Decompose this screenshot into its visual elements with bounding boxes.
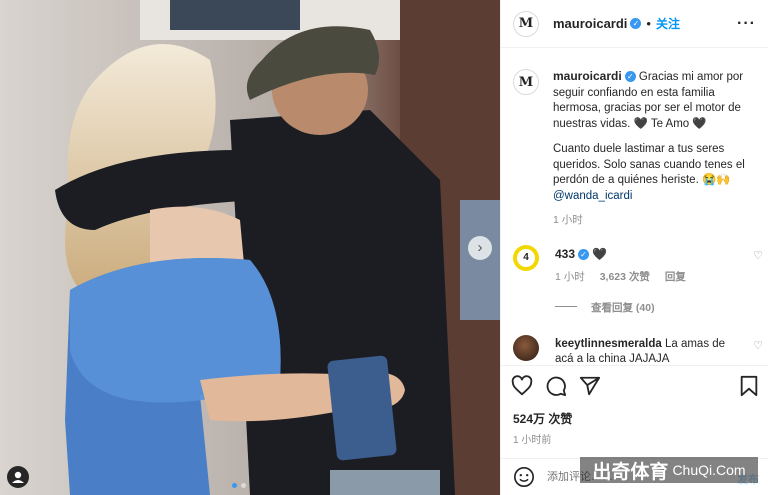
likes-count[interactable]: 524万 次赞 xyxy=(513,410,572,427)
post-detail-panel: M mauroicardi ✓ • 关注 ··· M mauroicardi ✓ … xyxy=(500,0,768,495)
comment-icon[interactable] xyxy=(545,375,567,397)
carousel-dot xyxy=(241,483,246,488)
commenter-avatar[interactable]: 4 xyxy=(513,245,539,271)
watermark-logo: 出奇体育 ChuQi.Com xyxy=(580,457,758,483)
verified-badge-icon: ✓ xyxy=(578,249,590,260)
author-avatar[interactable]: M xyxy=(513,10,539,37)
user-tag-icon xyxy=(12,471,24,483)
comment-likes[interactable]: 3,623 次赞 xyxy=(600,271,650,283)
verified-badge-icon: ✓ xyxy=(624,71,636,82)
share-icon[interactable] xyxy=(579,375,601,397)
reply-button[interactable]: 回复 xyxy=(665,271,686,283)
caption-avatar[interactable]: M xyxy=(513,69,539,95)
action-bar: 524万 次赞 1 小时前 xyxy=(501,365,768,455)
commenter-avatar[interactable] xyxy=(513,335,539,361)
user-tag-button[interactable] xyxy=(7,466,29,488)
author-username[interactable]: mauroicardi xyxy=(553,16,627,31)
carousel-indicator xyxy=(232,483,246,488)
caption-time: 1 小时 xyxy=(553,214,583,226)
bookmark-icon[interactable] xyxy=(739,375,759,397)
carousel-dot-active xyxy=(232,483,237,488)
mention-link[interactable]: @wanda_icardi xyxy=(553,190,632,202)
comment-meta: 1 小时 3,623 次赞 回复 xyxy=(555,269,698,284)
verified-badge-icon: ✓ xyxy=(630,18,642,29)
heart-icon[interactable] xyxy=(511,375,533,397)
post-time: 1 小时前 xyxy=(513,435,552,446)
view-replies-button[interactable]: 查看回复 (40) xyxy=(555,300,655,315)
caption-username[interactable]: mauroicardi xyxy=(553,69,622,83)
comments-list[interactable]: M mauroicardi ✓ Gracias mi amor por segui… xyxy=(501,49,768,365)
more-options-icon[interactable]: ··· xyxy=(737,15,756,33)
separator-dot: • xyxy=(646,16,651,31)
photo-illustration xyxy=(0,0,500,495)
chevron-right-icon: › xyxy=(477,239,483,256)
emoji-icon[interactable] xyxy=(513,466,535,488)
commenter-username[interactable]: 433 xyxy=(555,247,575,261)
comment-like-icon[interactable]: ♡ xyxy=(753,249,763,262)
comment-text: 🖤 xyxy=(592,247,608,261)
commenter-username[interactable]: keeytlinnesmeralda xyxy=(555,338,662,350)
post-header: M mauroicardi ✓ • 关注 ··· xyxy=(501,0,768,48)
comment-like-icon[interactable]: ♡ xyxy=(753,339,763,352)
caption-text-2: Cuanto duele lastimar a tus seres querid… xyxy=(553,143,745,202)
comment-time: 1 小时 xyxy=(555,271,585,283)
post-photo[interactable]: › xyxy=(0,0,500,495)
post-caption: M mauroicardi ✓ Gracias mi amor por segui… xyxy=(501,49,768,229)
next-slide-button[interactable]: › xyxy=(468,236,492,260)
follow-button[interactable]: 关注 xyxy=(656,15,680,32)
